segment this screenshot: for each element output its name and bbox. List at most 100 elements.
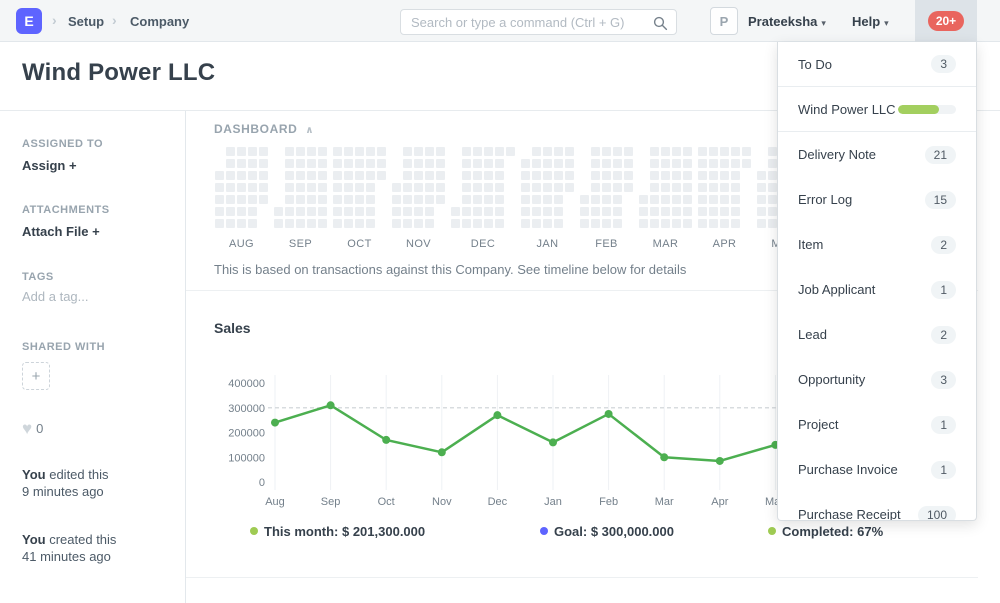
heatmap-cell [672,195,681,204]
dropdown-item[interactable]: Purchase Invoice 1 [778,447,976,492]
heatmap-cell [425,195,434,204]
heatmap-cell [554,207,563,216]
heatmap-cell [414,195,423,204]
avatar[interactable]: P [710,7,738,35]
heatmap-cell [698,207,707,216]
heatmap-cell [344,159,353,168]
heatmap-cell [248,183,257,192]
attach-file-button[interactable]: Attach File + [22,224,100,239]
app-frame: E › Setup › Company P Prateeksha▾ Help▾ … [0,0,1000,603]
timeline-edited: You edited this 9 minutes ago [22,466,108,500]
x-tick-label: Dec [488,496,508,508]
heatmap-cell [473,171,482,180]
dashboard-collapse-header[interactable]: DASHBOARD∧ [214,122,314,136]
heatmap-cell [543,171,552,180]
heatmap-cell [661,159,670,168]
heatmap-cell [683,207,692,216]
help-menu[interactable]: Help▾ [852,14,889,29]
heatmap-cell [768,171,777,180]
heatmap-cell [318,195,327,204]
x-tick-label: Oct [378,496,395,508]
dropdown-item[interactable]: Job Applicant 1 [778,267,976,312]
heatmap-cell [274,207,283,216]
heatmap-cell [602,183,611,192]
heatmap-cell [672,147,681,156]
breadcrumb-company[interactable]: Company [130,14,189,29]
heatmap-cell [392,183,401,192]
heatmap-cell [318,219,327,228]
heatmap-cell [768,207,777,216]
dropdown-item[interactable]: Item 2 [778,222,976,267]
heatmap-cell [768,159,777,168]
heatmap-cell [226,159,235,168]
heatmap-cell [355,183,364,192]
dashboard-caption: This is based on transactions against th… [214,262,686,277]
heatmap-cell [532,147,541,156]
attachments-heading: ATTACHMENTS [22,204,110,216]
heatmap-cell [495,207,504,216]
heatmap-cell [484,219,493,228]
breadcrumb-setup[interactable]: Setup [68,14,104,29]
heatmap-cell [720,183,729,192]
dropdown-item[interactable]: Error Log 15 [778,177,976,222]
heatmap-cell [742,159,751,168]
user-menu[interactable]: Prateeksha▾ [748,14,826,29]
search-input[interactable] [411,10,641,34]
heatmap-cell [366,147,375,156]
heatmap-cell [484,195,493,204]
heatmap-cell [333,159,342,168]
app-logo[interactable]: E [16,8,42,34]
heatmap-cell [650,207,659,216]
heatmap-cell [672,219,681,228]
assign-button[interactable]: Assign + [22,158,77,173]
heatmap-cell [333,147,342,156]
heatmap-month: APR [698,147,751,250]
notifications-button[interactable]: 20+ [915,0,977,42]
heatmap-cell [392,219,401,228]
heatmap-cell [414,171,423,180]
y-tick-label: 400000 [228,378,265,390]
dropdown-item[interactable]: Lead 2 [778,312,976,357]
dropdown-item-count: 1 [931,461,956,479]
heatmap-cell [392,207,401,216]
heatmap-cell [720,207,729,216]
heatmap-cell [521,207,530,216]
dropdown-item[interactable]: Purchase Receipt 100 [778,492,976,521]
dropdown-item[interactable]: To Do 3 [778,42,976,87]
dropdown-item[interactable]: Opportunity 3 [778,357,976,402]
dropdown-item[interactable]: Delivery Note 21 [778,132,976,177]
heatmap-cell [436,183,445,192]
add-share-button[interactable]: + [22,362,50,390]
heatmap-cell [757,207,766,216]
heatmap-cell [296,159,305,168]
heatmap-cell [591,147,600,156]
timeline-user: You [22,532,46,547]
heatmap-cell [366,195,375,204]
search-icon [653,16,668,31]
heatmap-cell [731,207,740,216]
heatmap-cell [333,171,342,180]
shared-with-heading: SHARED WITH [22,341,105,353]
heatmap-cell [591,183,600,192]
x-tick-label: Sep [321,496,341,508]
like-button[interactable]: ♥0 [22,419,43,439]
heatmap-cell [731,183,740,192]
heatmap-cell [532,195,541,204]
add-tag-input[interactable]: Add a tag... [22,289,89,304]
heatmap-cell [377,159,386,168]
heatmap-cell [624,147,633,156]
heatmap-cell [285,159,294,168]
heatmap-cell [226,219,235,228]
dropdown-item[interactable]: Project 1 [778,402,976,447]
heatmap-cell [355,195,364,204]
heatmap-cell [565,171,574,180]
heatmap-cell [366,219,375,228]
heatmap-cell [285,207,294,216]
dropdown-item[interactable]: Wind Power LLC [778,87,976,132]
heatmap-cell [259,195,268,204]
heatmap-cell [377,147,386,156]
timeline-user: You [22,467,46,482]
heatmap-month-label: APR [713,238,737,250]
heatmap-cell [532,183,541,192]
heatmap-cell [237,171,246,180]
